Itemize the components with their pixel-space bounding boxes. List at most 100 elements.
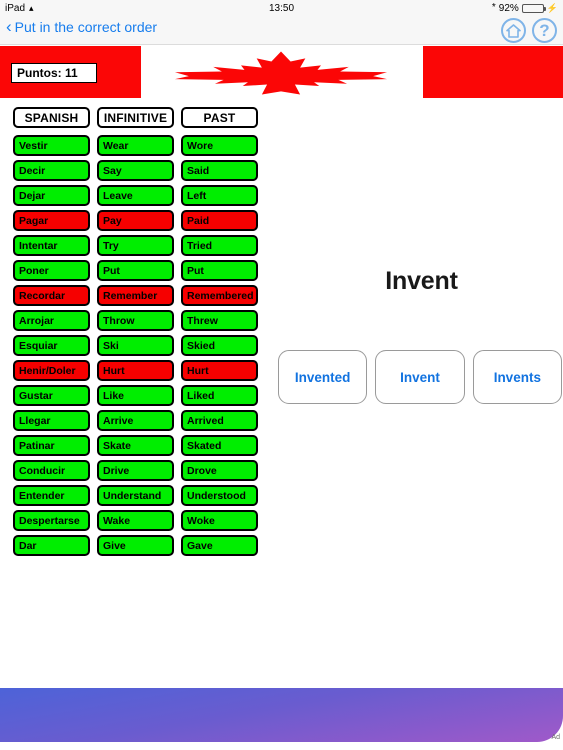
verb-cell-infinitive[interactable]: Hurt xyxy=(97,360,174,381)
verb-cell-spanish[interactable]: Esquiar xyxy=(13,335,90,356)
table-row: Conducir Drive Drove xyxy=(0,460,280,481)
verb-cell-infinitive[interactable]: Say xyxy=(97,160,174,181)
verb-cell-infinitive[interactable]: Throw xyxy=(97,310,174,331)
verb-cell-past[interactable]: Paid xyxy=(181,210,258,231)
verb-cell-spanish[interactable]: Decir xyxy=(13,160,90,181)
verb-cell-spanish[interactable]: Despertarse xyxy=(13,510,90,531)
help-button[interactable]: ? xyxy=(532,18,557,43)
navigation-bar: ‹ Put in the correct order ? xyxy=(0,16,563,45)
verb-cell-spanish[interactable]: Dar xyxy=(13,535,90,556)
table-row: Vestir Wear Wore xyxy=(0,135,280,156)
status-bar-right: * 92% ⚡ xyxy=(492,3,558,14)
table-row: Arrojar Throw Threw xyxy=(0,310,280,331)
column-header-spanish[interactable]: SPANISH xyxy=(13,107,90,128)
table-rows: Vestir Wear Wore Decir Say Said Dejar Leave Left… xyxy=(0,135,280,556)
table-row: Recordar Remember Remembered xyxy=(0,285,280,306)
charging-bolt-icon: ⚡ xyxy=(546,2,558,13)
verb-cell-spanish[interactable]: Vestir xyxy=(13,135,90,156)
verb-cell-past[interactable]: Understood xyxy=(181,485,258,506)
table-row: Despertarse Wake Woke xyxy=(0,510,280,531)
table-row: Dejar Leave Left xyxy=(0,185,280,206)
verb-cell-past[interactable]: Put xyxy=(181,260,258,281)
verb-cell-infinitive[interactable]: Skate xyxy=(97,435,174,456)
verb-cell-spanish[interactable]: Henir/Doler xyxy=(13,360,90,381)
table-row: Decir Say Said xyxy=(0,160,280,181)
verb-cell-past[interactable]: Threw xyxy=(181,310,258,331)
verb-cell-spanish[interactable]: Poner xyxy=(13,260,90,281)
quiz-options: Invented Invent Invents xyxy=(278,350,562,404)
column-header-past[interactable]: PAST xyxy=(181,107,258,128)
ad-banner[interactable]: Ad xyxy=(0,688,563,742)
battery-icon xyxy=(521,3,546,13)
verb-cell-spanish[interactable]: Recordar xyxy=(13,285,90,306)
verb-cell-past[interactable]: Arrived xyxy=(181,410,258,431)
table-header-row: SPANISH INFINITIVE PAST xyxy=(0,107,280,128)
verb-cell-past[interactable]: Wore xyxy=(181,135,258,156)
verb-cell-past[interactable]: Skated xyxy=(181,435,258,456)
back-button-label: Put in the correct order xyxy=(14,19,158,35)
status-bar-time: 13:50 xyxy=(268,2,295,14)
column-header-infinitive[interactable]: INFINITIVE xyxy=(97,107,174,128)
bluetooth-icon: * xyxy=(491,2,496,13)
verb-cell-spanish[interactable]: Gustar xyxy=(13,385,90,406)
verb-cell-infinitive[interactable]: Pay xyxy=(97,210,174,231)
verb-cell-past[interactable]: Hurt xyxy=(181,360,258,381)
verb-cell-infinitive[interactable]: Put xyxy=(97,260,174,281)
score-display: Puntos: 11 xyxy=(11,63,97,83)
back-button[interactable]: ‹ Put in the correct order xyxy=(6,16,158,36)
verb-cell-infinitive[interactable]: Try xyxy=(97,235,174,256)
status-bar: iPad ▴ 13:50 * 92% ⚡ xyxy=(0,0,563,16)
home-icon xyxy=(506,23,521,38)
verb-cell-spanish[interactable]: Arrojar xyxy=(13,310,90,331)
table-row: Intentar Try Tried xyxy=(0,235,280,256)
verb-cell-spanish[interactable]: Conducir xyxy=(13,460,90,481)
verb-cell-past[interactable]: Said xyxy=(181,160,258,181)
verb-cell-spanish[interactable]: Pagar xyxy=(13,210,90,231)
answer-option-button[interactable]: Invented xyxy=(278,350,368,404)
verb-cell-past[interactable]: Remembered xyxy=(181,285,258,306)
quiz-prompt: Invent xyxy=(385,267,458,295)
verb-cell-past[interactable]: Gave xyxy=(181,535,258,556)
table-row: Gustar Like Liked xyxy=(0,385,280,406)
verb-cell-infinitive[interactable]: Like xyxy=(97,385,174,406)
verb-cell-infinitive[interactable]: Wake xyxy=(97,510,174,531)
verb-cell-spanish[interactable]: Patinar xyxy=(13,435,90,456)
verb-cell-spanish[interactable]: Intentar xyxy=(13,235,90,256)
verb-table: SPANISH INFINITIVE PAST Vestir Wear Wore De… xyxy=(0,107,280,560)
table-row: Poner Put Put xyxy=(0,260,280,281)
flag-bar-right xyxy=(423,46,563,98)
home-button[interactable] xyxy=(501,18,526,43)
verb-cell-spanish[interactable]: Entender xyxy=(13,485,90,506)
verb-cell-past[interactable]: Tried xyxy=(181,235,258,256)
verb-cell-past[interactable]: Left xyxy=(181,185,258,206)
question-mark-icon: ? xyxy=(539,20,550,40)
table-row: Entender Understand Understood xyxy=(0,485,280,506)
verb-cell-infinitive[interactable]: Wear xyxy=(97,135,174,156)
answer-option-button[interactable]: Invents xyxy=(472,350,562,404)
verb-cell-infinitive[interactable]: Arrive xyxy=(97,410,174,431)
battery-percent-label: 92% xyxy=(498,2,519,14)
chevron-left-icon: ‹ xyxy=(6,16,12,36)
nav-actions: ? xyxy=(501,18,557,43)
verb-cell-past[interactable]: Woke xyxy=(181,510,258,531)
verb-cell-past[interactable]: Drove xyxy=(181,460,258,481)
table-row: Patinar Skate Skated xyxy=(0,435,280,456)
table-row: Pagar Pay Paid xyxy=(0,210,280,231)
table-row: Esquiar Ski Skied xyxy=(0,335,280,356)
verb-cell-infinitive[interactable]: Leave xyxy=(97,185,174,206)
verb-cell-infinitive[interactable]: Give xyxy=(97,535,174,556)
verb-cell-past[interactable]: Liked xyxy=(181,385,258,406)
verb-cell-infinitive[interactable]: Remember xyxy=(97,285,174,306)
answer-option-button[interactable]: Invent xyxy=(375,350,465,404)
table-row: Henir/Doler Hurt Hurt xyxy=(0,360,280,381)
maple-leaf-icon xyxy=(174,51,388,95)
verb-cell-infinitive[interactable]: Understand xyxy=(97,485,174,506)
verb-cell-spanish[interactable]: Dejar xyxy=(13,185,90,206)
table-row: Dar Give Gave xyxy=(0,535,280,556)
table-row: Llegar Arrive Arrived xyxy=(0,410,280,431)
verb-cell-infinitive[interactable]: Drive xyxy=(97,460,174,481)
verb-cell-infinitive[interactable]: Ski xyxy=(97,335,174,356)
verb-cell-past[interactable]: Skied xyxy=(181,335,258,356)
verb-cell-spanish[interactable]: Llegar xyxy=(13,410,90,431)
ad-label: Ad xyxy=(551,734,560,741)
